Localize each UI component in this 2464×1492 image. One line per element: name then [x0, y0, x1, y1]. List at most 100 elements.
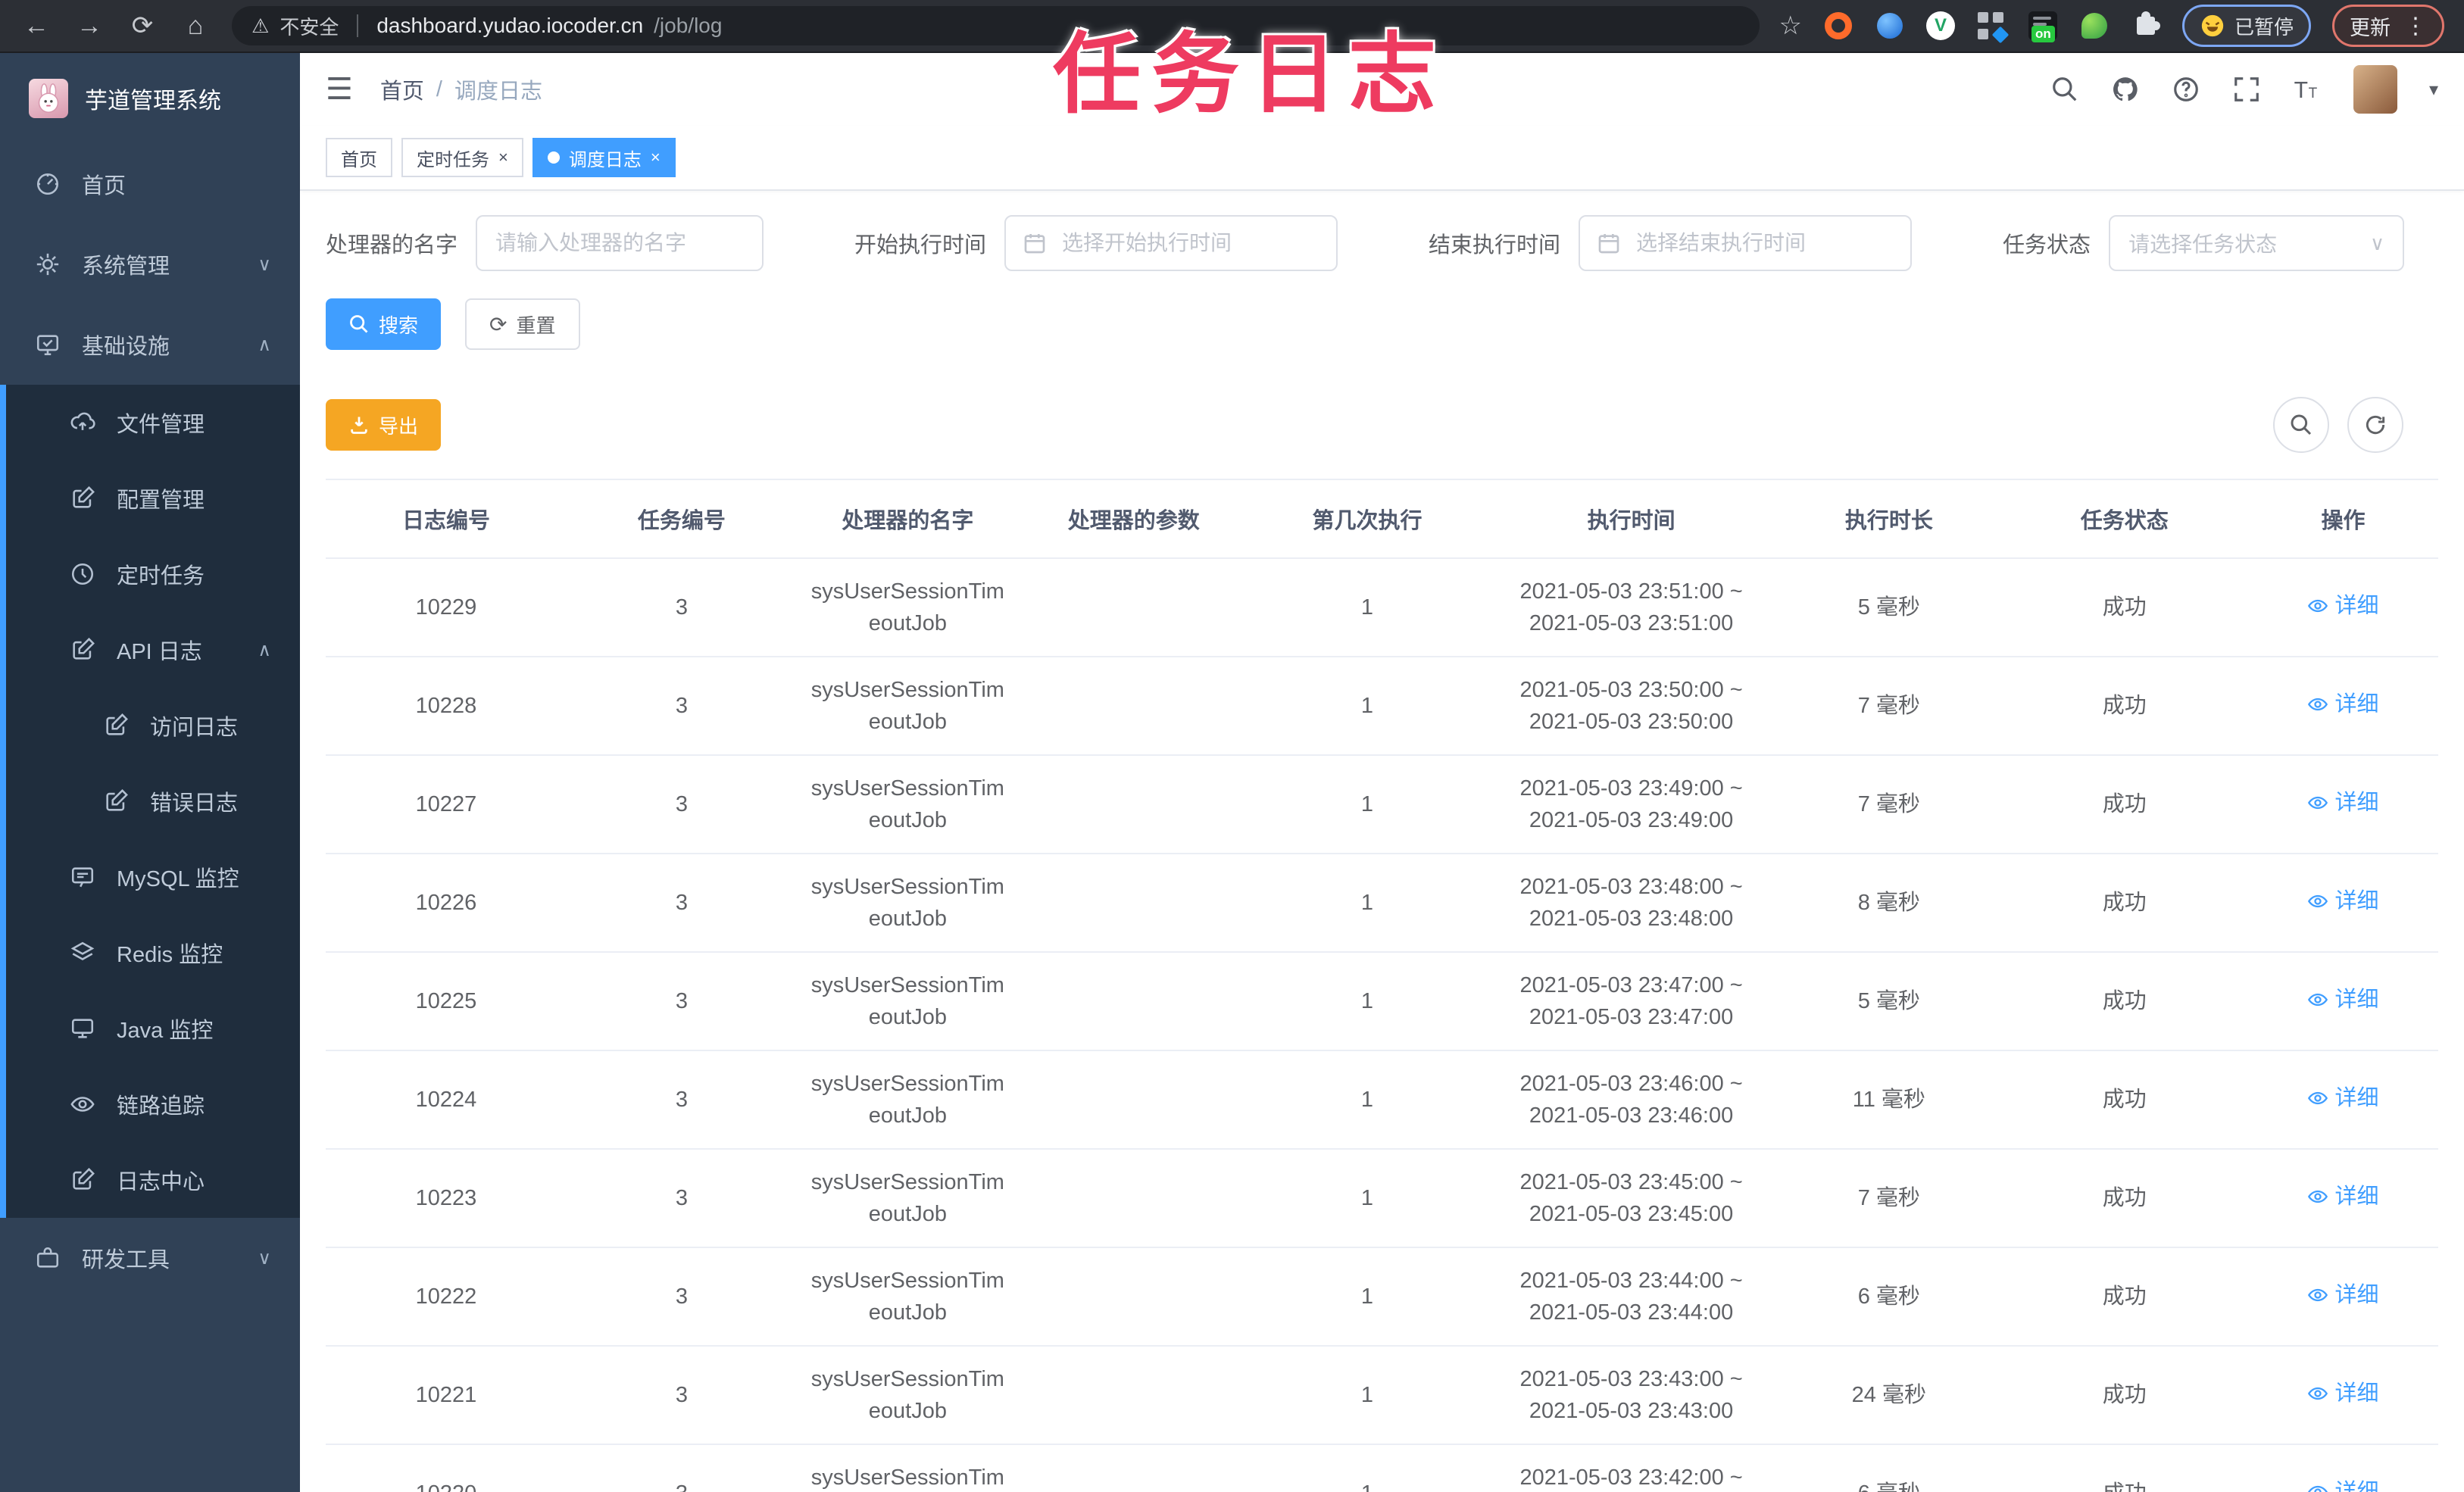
- cell-handler-name: sysUserSessionTim eoutJob: [796, 854, 1019, 953]
- extension-puzzle-icon[interactable]: [2131, 11, 2161, 41]
- table-row[interactable]: 10222 3 sysUserSessionTim eoutJob 1 2021…: [326, 1247, 2438, 1347]
- sidebar-item-error-log[interactable]: 错误日志: [6, 763, 300, 839]
- main-area: ☰ 首页 / 调度日志 TT ▾ 首页 定时任务 × 调度日志 × 处理器的名字…: [300, 53, 2464, 1492]
- start-time-input[interactable]: [1004, 215, 1338, 271]
- handler-line1: sysUserSessionTim: [810, 973, 1004, 997]
- detail-link[interactable]: 详细: [2307, 590, 2378, 622]
- table-row[interactable]: 10220 3 sysUserSessionTim eoutJob 1 2021…: [326, 1444, 2438, 1492]
- sidebar-item-system[interactable]: 系统管理 ∨: [0, 224, 300, 304]
- table-row[interactable]: 10227 3 sysUserSessionTim eoutJob 1 2021…: [326, 755, 2438, 854]
- sidebar-item-label: 定时任务: [117, 564, 205, 588]
- detail-link[interactable]: 详细: [2307, 787, 2378, 819]
- sidebar-item-redis-monitor[interactable]: Redis 监控: [6, 915, 300, 991]
- sidebar-item-home[interactable]: 首页: [0, 144, 300, 224]
- detail-link[interactable]: 详细: [2307, 1181, 2378, 1213]
- sidebar-item-trace[interactable]: 链路追踪: [6, 1066, 300, 1142]
- not-secure-icon[interactable]: ⚠: [251, 14, 269, 38]
- sidebar-logo[interactable]: 芋道管理系统: [0, 53, 300, 144]
- search-icon[interactable]: [2050, 75, 2079, 104]
- handler-line2: eoutJob: [868, 710, 947, 734]
- detail-link[interactable]: 详细: [2307, 1476, 2378, 1492]
- user-avatar[interactable]: [2353, 65, 2397, 114]
- eye-icon: [70, 1097, 95, 1112]
- browser-back-icon[interactable]: ←: [20, 11, 53, 41]
- extension-on-icon[interactable]: on: [2028, 11, 2058, 42]
- sidebar-item-config-manage[interactable]: 配置管理: [6, 460, 300, 536]
- extension-grid-icon[interactable]: [1976, 11, 2010, 44]
- browser-forward-icon[interactable]: →: [73, 11, 106, 41]
- sidebar-item-dev-tools[interactable]: 研发工具 ∨: [0, 1218, 300, 1298]
- tab-scheduled-jobs[interactable]: 定时任务 ×: [401, 138, 523, 177]
- page-content: 处理器的名字 开始执行时间 结束执行时间: [300, 191, 2464, 1492]
- browser-menu-icon[interactable]: ⋮: [2404, 13, 2427, 39]
- sidebar-item-api-log[interactable]: API 日志 ∧: [6, 612, 300, 688]
- sidebar-item-access-log[interactable]: 访问日志: [6, 688, 300, 763]
- sidebar-item-java-monitor[interactable]: Java 监控: [6, 991, 300, 1066]
- table-row[interactable]: 10225 3 sysUserSessionTim eoutJob 1 2021…: [326, 952, 2438, 1051]
- cell-job-id: 3: [566, 1247, 797, 1347]
- end-time-input[interactable]: [1579, 215, 1913, 271]
- cell-actions: 详细: [2247, 1346, 2438, 1445]
- handler-line1: sysUserSessionTim: [810, 1269, 1004, 1293]
- toggle-search-button[interactable]: [2273, 397, 2329, 453]
- detail-link[interactable]: 详细: [2307, 688, 2378, 720]
- cell-handler-name: sysUserSessionTim eoutJob: [796, 1149, 1019, 1248]
- browser-home-icon[interactable]: ⌂: [179, 11, 212, 41]
- font-size-icon[interactable]: TT: [2293, 75, 2322, 104]
- url-host[interactable]: dashboard.yudao.iocoder.cn: [376, 14, 643, 38]
- table-row[interactable]: 10224 3 sysUserSessionTim eoutJob 1 2021…: [326, 1050, 2438, 1150]
- table-row[interactable]: 10226 3 sysUserSessionTim eoutJob 1 2021…: [326, 854, 2438, 953]
- sidebar-item-log-center[interactable]: 日志中心: [6, 1142, 300, 1218]
- url-path[interactable]: /job/log: [654, 14, 722, 38]
- cell-exec-index: 1: [1248, 1149, 1486, 1248]
- refresh-table-button[interactable]: [2347, 397, 2403, 453]
- cell-exec-index: 1: [1248, 1247, 1486, 1347]
- search-button[interactable]: 搜索: [326, 298, 442, 350]
- sidebar-item-mysql-monitor[interactable]: MySQL 监控: [6, 839, 300, 915]
- detail-link[interactable]: 详细: [2307, 1082, 2378, 1114]
- not-secure-label[interactable]: 不安全: [280, 12, 339, 40]
- extension-v-icon[interactable]: V: [1925, 11, 1955, 40]
- cell-handler-name: sysUserSessionTim eoutJob: [796, 1444, 1019, 1492]
- table-row[interactable]: 10223 3 sysUserSessionTim eoutJob 1 2021…: [326, 1149, 2438, 1248]
- detail-link[interactable]: 详细: [2307, 1378, 2378, 1409]
- reset-button[interactable]: ⟳ 重置: [465, 298, 580, 350]
- extension-blue-icon[interactable]: [1875, 11, 1905, 41]
- export-button[interactable]: 导出: [326, 399, 442, 451]
- sidebar-item-scheduled-jobs[interactable]: 定时任务: [6, 536, 300, 612]
- hamburger-icon[interactable]: ☰: [326, 72, 353, 107]
- extension-ublock-icon[interactable]: [1823, 11, 1853, 41]
- cell-handler-param: [1018, 558, 1249, 657]
- cell-status: 成功: [2000, 952, 2248, 1051]
- tab-schedule-log-active[interactable]: 调度日志 ×: [532, 138, 676, 177]
- caret-down-icon[interactable]: ▾: [2429, 79, 2438, 101]
- fullscreen-icon[interactable]: [2232, 75, 2261, 104]
- job-status-select[interactable]: 请选择任务状态 ∨: [2109, 215, 2405, 271]
- detail-link[interactable]: 详细: [2307, 1279, 2378, 1311]
- browser-reload-icon[interactable]: ⟳: [126, 11, 159, 41]
- breadcrumb-separator: /: [436, 76, 442, 101]
- bookmark-star-icon[interactable]: ☆: [1779, 11, 1802, 41]
- table-row[interactable]: 10221 3 sysUserSessionTim eoutJob 1 2021…: [326, 1346, 2438, 1445]
- eye-icon: [2308, 698, 2328, 710]
- detail-link[interactable]: 详细: [2307, 885, 2378, 917]
- sidebar-item-file-manage[interactable]: 文件管理: [6, 385, 300, 460]
- breadcrumb-home[interactable]: 首页: [380, 73, 424, 105]
- browser-update-button[interactable]: 更新 ⋮: [2332, 5, 2444, 47]
- column-header: 第几次执行: [1248, 479, 1486, 559]
- tab-home[interactable]: 首页: [326, 138, 392, 177]
- handler-name-input[interactable]: [476, 215, 764, 271]
- table-row[interactable]: 10228 3 sysUserSessionTim eoutJob 1 2021…: [326, 657, 2438, 756]
- sidebar-item-infra[interactable]: 基础设施 ∧: [0, 304, 300, 385]
- table-row[interactable]: 10229 3 sysUserSessionTim eoutJob 1 2021…: [326, 558, 2438, 657]
- cell-status: 成功: [2000, 1346, 2248, 1445]
- close-icon[interactable]: ×: [651, 148, 661, 167]
- detail-link[interactable]: 详细: [2307, 984, 2378, 1016]
- extension-leaf-icon[interactable]: [2079, 11, 2110, 41]
- github-icon[interactable]: [2111, 75, 2140, 104]
- close-icon[interactable]: ×: [498, 148, 508, 167]
- address-bar[interactable]: ⚠ 不安全 dashboard.yudao.iocoder.cn /job/lo…: [232, 6, 1760, 45]
- help-icon[interactable]: [2172, 75, 2200, 104]
- cell-exec-index: 1: [1248, 657, 1486, 756]
- profile-paused-badge[interactable]: 已暂停: [2181, 5, 2311, 47]
